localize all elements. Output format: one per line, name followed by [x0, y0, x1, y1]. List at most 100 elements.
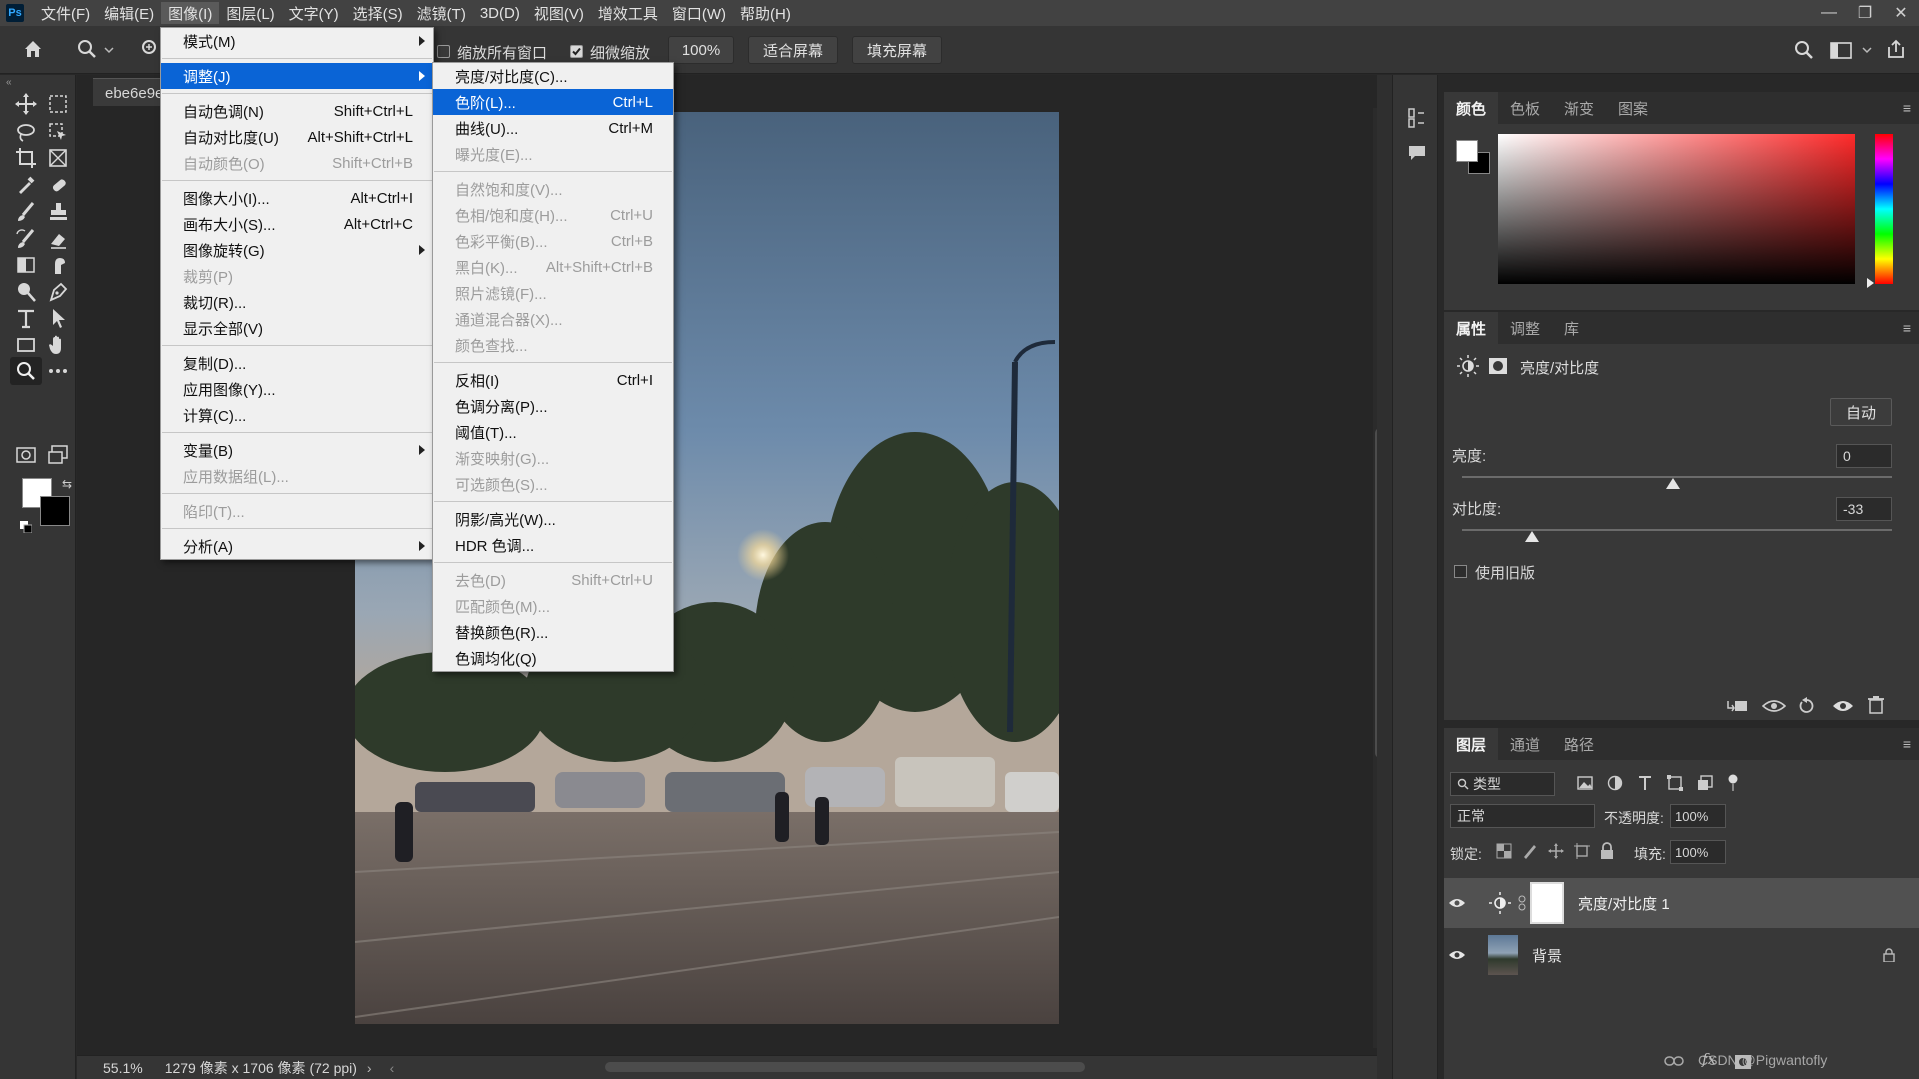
status-zoom[interactable]: 55.1%	[103, 1060, 143, 1076]
panel-menu-icon[interactable]: ≡	[1903, 320, 1911, 336]
menu-entry[interactable]: 图像大小(I)... Alt+Ctrl+I	[161, 185, 433, 211]
panel-tab[interactable]: 图案	[1606, 92, 1660, 124]
menu-entry[interactable]: 阴影/高光(W)...	[433, 506, 673, 532]
path-selection-tool-icon[interactable]	[42, 304, 74, 332]
menu-entry[interactable]: 调整(J)	[161, 63, 433, 89]
menu-entry[interactable]: 显示全部(V)	[161, 315, 433, 341]
home-icon[interactable]	[22, 38, 44, 60]
resize-windows-checkbox[interactable]	[437, 45, 450, 58]
opacity-input[interactable]: 100%	[1670, 804, 1726, 828]
default-colors-icon[interactable]	[20, 521, 32, 533]
panel-tab[interactable]: 图层	[1444, 728, 1499, 760]
menu-entry[interactable]: 应用图像(Y)...	[161, 376, 433, 402]
workspace-chevron-icon[interactable]	[1862, 46, 1872, 54]
menu-entry[interactable]: 变量(B)	[161, 437, 433, 463]
history-icon[interactable]	[1407, 107, 1427, 129]
brush-tool-icon[interactable]	[10, 198, 42, 226]
menu-entry[interactable]: 色阶(L)... Ctrl+L	[433, 89, 673, 115]
menu-entry[interactable]: 反相(I) Ctrl+I	[433, 367, 673, 393]
menu-entry[interactable]: 模式(M)	[161, 28, 433, 54]
menu-entry[interactable]: 复制(D)...	[161, 350, 433, 376]
type-tool-icon[interactable]	[10, 304, 42, 332]
hue-slider-handle[interactable]	[1867, 278, 1874, 288]
clip-to-layer-icon[interactable]	[1726, 698, 1748, 714]
healing-brush-tool-icon[interactable]	[42, 171, 74, 199]
layer-visibility-icon[interactable]	[1448, 897, 1478, 909]
menu-item[interactable]: 文件(F)	[34, 2, 97, 24]
fit-screen-button[interactable]: 适合屏幕	[748, 36, 838, 64]
comment-icon[interactable]	[1407, 143, 1427, 163]
minimize-button[interactable]: —	[1811, 0, 1847, 26]
menu-item[interactable]: 窗口(W)	[665, 2, 733, 24]
fill-screen-button[interactable]: 填充屏幕	[852, 36, 942, 64]
link-layers-icon[interactable]	[1664, 1054, 1684, 1068]
auto-button[interactable]: 自动	[1830, 398, 1892, 426]
menu-item[interactable]: 图层(L)	[219, 2, 281, 24]
menu-entry[interactable]: 图像旋转(G)	[161, 237, 433, 263]
reset-icon[interactable]	[1798, 697, 1816, 715]
toggle-visibility-icon[interactable]	[1832, 698, 1854, 714]
chevron-down-icon[interactable]	[104, 46, 114, 54]
move-tool-icon[interactable]	[10, 90, 42, 118]
menu-item[interactable]: 选择(S)	[346, 2, 410, 24]
fill-input[interactable]: 100%	[1670, 840, 1726, 864]
history-brush-tool-icon[interactable]	[10, 225, 42, 253]
eyedropper-tool-icon[interactable]	[10, 171, 42, 199]
panel-tab[interactable]: 属性	[1444, 312, 1499, 344]
menu-entry[interactable]: 分析(A)	[161, 533, 433, 559]
panel-tab[interactable]: 路径	[1552, 728, 1606, 760]
workspace-icon[interactable]	[1830, 42, 1854, 60]
background-color-swatch[interactable]	[40, 496, 70, 526]
menu-entry[interactable]: HDR 色调...	[433, 532, 673, 558]
layer-mask-icon[interactable]	[1488, 357, 1508, 375]
menu-item[interactable]: 滤镜(T)	[410, 2, 473, 24]
layer-filter-select[interactable]: 类型	[1450, 772, 1555, 796]
layer-row-adjustment[interactable]: 亮度/对比度 1	[1444, 878, 1919, 928]
view-previous-state-icon[interactable]	[1762, 698, 1786, 714]
chain-link-icon[interactable]	[1518, 895, 1526, 911]
panel-tab[interactable]: 颜色	[1444, 92, 1499, 124]
menu-entry[interactable]: 裁切(R)...	[161, 289, 433, 315]
zoom-tool-icon[interactable]	[10, 357, 42, 385]
menu-item[interactable]: 视图(V)	[527, 2, 591, 24]
blend-mode-select[interactable]: 正常	[1450, 804, 1595, 828]
menu-entry[interactable]: 画布大小(S)... Alt+Ctrl+C	[161, 211, 433, 237]
scrubby-zoom-checkbox[interactable]	[570, 45, 583, 58]
menu-entry[interactable]: 色调均化(Q)	[433, 645, 673, 671]
panel-tab[interactable]: 库	[1552, 312, 1591, 344]
eraser-tool-icon[interactable]	[42, 225, 74, 253]
color-field[interactable]	[1498, 134, 1855, 284]
rectangle-tool-icon[interactable]	[10, 331, 42, 359]
gradient-tool-icon[interactable]	[10, 251, 42, 279]
close-button[interactable]: ✕	[1883, 0, 1919, 26]
layer-mask-thumbnail[interactable]	[1530, 882, 1564, 924]
swap-colors-icon[interactable]: ⇆	[62, 477, 72, 491]
layer-row-background[interactable]: 背景	[1444, 930, 1919, 980]
foreground-swatch[interactable]	[1456, 140, 1478, 162]
menu-item[interactable]: 3D(D)	[473, 2, 527, 24]
lasso-tool-icon[interactable]	[10, 118, 42, 146]
background-layer-thumbnail[interactable]	[1488, 935, 1518, 975]
hand-tool-icon[interactable]	[42, 331, 74, 359]
panel-collapse-strip[interactable]	[1377, 75, 1392, 1079]
frame-tool-icon[interactable]	[42, 144, 74, 172]
zoom-tool-icon[interactable]	[76, 38, 98, 60]
brightness-input[interactable]: 0	[1836, 444, 1892, 468]
delete-icon[interactable]	[1868, 696, 1884, 714]
search-icon[interactable]	[1793, 39, 1815, 61]
menu-item[interactable]: 帮助(H)	[733, 2, 798, 24]
clone-stamp-tool-icon[interactable]	[42, 198, 74, 226]
menu-entry[interactable]: 亮度/对比度(C)...	[433, 63, 673, 89]
more-tools-icon[interactable]	[42, 357, 74, 385]
panel-tab[interactable]: 色板	[1498, 92, 1552, 124]
hue-slider[interactable]	[1875, 134, 1893, 284]
menu-entry[interactable]: 自动色调(N) Shift+Ctrl+L	[161, 98, 433, 124]
marquee-tool-icon[interactable]	[42, 90, 74, 118]
menu-item[interactable]: 编辑(E)	[97, 2, 161, 24]
panel-menu-icon[interactable]: ≡	[1903, 736, 1911, 752]
panel-tab[interactable]: 渐变	[1552, 92, 1606, 124]
share-icon[interactable]	[1885, 38, 1907, 60]
menu-entry[interactable]: 色调分离(P)...	[433, 393, 673, 419]
crop-tool-icon[interactable]	[10, 144, 42, 172]
collapse-tools-icon[interactable]: «	[6, 77, 12, 88]
